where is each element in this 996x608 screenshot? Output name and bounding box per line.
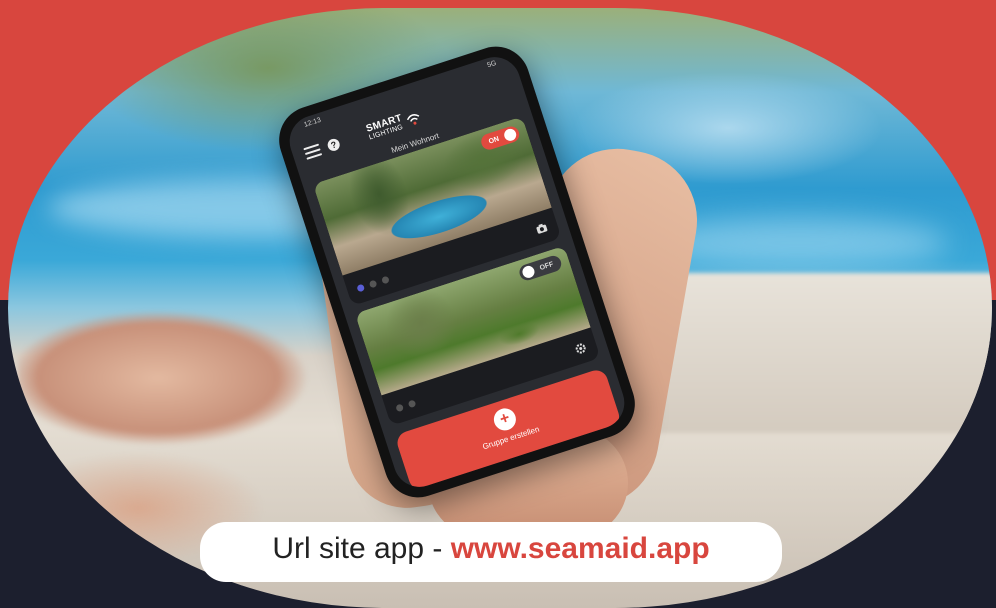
color-dot[interactable] bbox=[407, 398, 417, 408]
status-icons: 5G bbox=[486, 59, 498, 70]
color-dot[interactable] bbox=[395, 402, 404, 412]
toggle-label: OFF bbox=[538, 260, 555, 272]
wifi-icon bbox=[406, 114, 420, 125]
url-banner: Url site app - www.seamaid.app bbox=[200, 522, 782, 582]
toggle-label: ON bbox=[487, 135, 500, 146]
help-icon[interactable]: ? bbox=[326, 137, 342, 153]
color-dot[interactable] bbox=[368, 279, 378, 288]
plus-icon: + bbox=[491, 405, 519, 434]
camera-icon[interactable] bbox=[534, 221, 549, 236]
url-prefix: Url site app - bbox=[272, 532, 451, 565]
color-dot[interactable] bbox=[356, 283, 365, 292]
color-dot[interactable] bbox=[380, 275, 390, 284]
gear-icon[interactable] bbox=[573, 341, 588, 356]
url-link[interactable]: www.seamaid.app bbox=[451, 532, 710, 565]
menu-icon[interactable] bbox=[303, 143, 323, 160]
